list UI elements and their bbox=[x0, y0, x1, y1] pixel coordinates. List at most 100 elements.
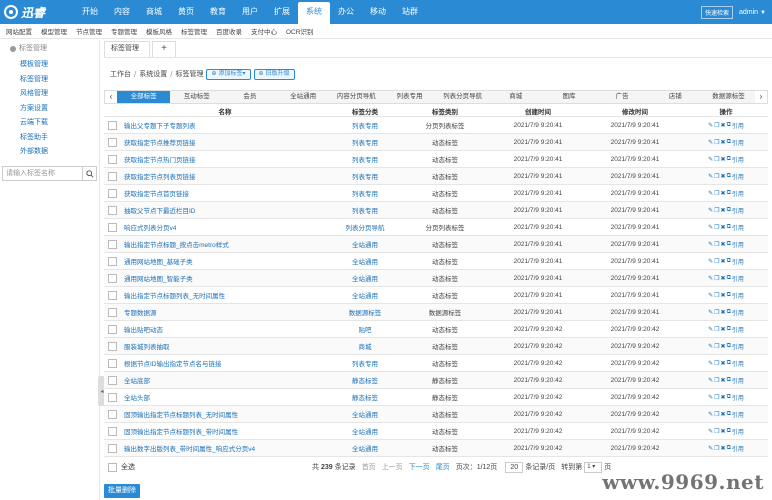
tag-class[interactable]: 全站通用 bbox=[330, 252, 400, 270]
delete-icon[interactable]: ✖ bbox=[721, 190, 726, 197]
tab-tag-management[interactable]: 标签管理 bbox=[104, 41, 150, 57]
code-icon[interactable]: ⧉ bbox=[727, 292, 731, 299]
sidebar-search-input[interactable]: 请输入标签名称 bbox=[3, 167, 82, 180]
sidebar-search-button[interactable] bbox=[82, 167, 96, 180]
tag-class[interactable]: 全站通用 bbox=[330, 422, 400, 440]
delete-icon[interactable]: ✖ bbox=[721, 445, 726, 452]
edit-icon[interactable]: ✎ bbox=[708, 275, 713, 282]
copy-icon[interactable]: ❐ bbox=[714, 411, 719, 418]
tag-class[interactable]: 列表分页导航 bbox=[330, 218, 400, 236]
category-prev-button[interactable]: ‹ bbox=[105, 91, 117, 103]
tag-name[interactable]: 通用网站地图_基础子类 bbox=[120, 252, 330, 270]
copy-icon[interactable]: ❐ bbox=[714, 326, 719, 333]
edit-icon[interactable]: ✎ bbox=[708, 326, 713, 333]
tag-class[interactable]: 列表专用 bbox=[330, 201, 400, 219]
tag-class[interactable]: 列表专用 bbox=[330, 354, 400, 372]
sidebar-item[interactable]: 标签管理 bbox=[0, 73, 99, 88]
row-checkbox[interactable] bbox=[107, 409, 117, 419]
edit-icon[interactable]: ✎ bbox=[708, 156, 713, 163]
top-nav-item[interactable]: 用户 bbox=[234, 0, 266, 24]
copy-icon[interactable]: ❐ bbox=[714, 224, 719, 231]
edit-icon[interactable]: ✎ bbox=[708, 190, 713, 197]
tag-name[interactable]: 获取指定节点推荐页链接 bbox=[120, 133, 330, 151]
code-icon[interactable]: ⧉ bbox=[727, 241, 731, 248]
edit-icon[interactable]: ✎ bbox=[708, 411, 713, 418]
reference-link[interactable]: 引用 bbox=[732, 444, 744, 453]
sidebar-item[interactable]: 方案设置 bbox=[0, 102, 99, 117]
copy-icon[interactable]: ❐ bbox=[714, 428, 719, 435]
top-nav-item[interactable]: 内容 bbox=[106, 0, 138, 24]
edit-icon[interactable]: ✎ bbox=[708, 258, 713, 265]
tag-name[interactable]: 获取指定节点首页链接 bbox=[120, 184, 330, 202]
copy-icon[interactable]: ❐ bbox=[714, 139, 719, 146]
tag-name[interactable]: 输出数字出版列表_带时间属性_响应式分页v4 bbox=[120, 439, 330, 457]
code-icon[interactable]: ⧉ bbox=[727, 190, 731, 197]
code-icon[interactable]: ⧉ bbox=[727, 122, 731, 129]
row-checkbox[interactable] bbox=[107, 273, 117, 283]
row-checkbox[interactable] bbox=[107, 256, 117, 266]
top-nav-item[interactable]: 扩展 bbox=[266, 0, 298, 24]
top-nav-item[interactable]: 站群 bbox=[394, 0, 426, 24]
copy-icon[interactable]: ❐ bbox=[714, 377, 719, 384]
category-tab[interactable]: 店铺 bbox=[649, 91, 702, 103]
edit-icon[interactable]: ✎ bbox=[708, 394, 713, 401]
delete-icon[interactable]: ✖ bbox=[721, 224, 726, 231]
delete-icon[interactable]: ✖ bbox=[721, 275, 726, 282]
row-checkbox[interactable] bbox=[107, 137, 117, 147]
row-checkbox[interactable] bbox=[107, 290, 117, 300]
quick-search-button[interactable]: 快速检索 bbox=[700, 5, 733, 19]
row-checkbox[interactable] bbox=[107, 324, 117, 334]
edit-icon[interactable]: ✎ bbox=[708, 224, 713, 231]
delete-icon[interactable]: ✖ bbox=[721, 139, 726, 146]
category-tab[interactable]: 商城 bbox=[489, 91, 542, 103]
copy-icon[interactable]: ❐ bbox=[714, 275, 719, 282]
edit-icon[interactable]: ✎ bbox=[708, 428, 713, 435]
reference-link[interactable]: 引用 bbox=[732, 189, 744, 198]
reference-link[interactable]: 引用 bbox=[732, 359, 744, 368]
tag-class[interactable]: 列表专用 bbox=[330, 184, 400, 202]
delete-icon[interactable]: ✖ bbox=[721, 156, 726, 163]
row-checkbox[interactable] bbox=[107, 188, 117, 198]
row-checkbox[interactable] bbox=[107, 239, 117, 249]
reference-link[interactable]: 引用 bbox=[732, 138, 744, 147]
delete-icon[interactable]: ✖ bbox=[721, 394, 726, 401]
copy-icon[interactable]: ❐ bbox=[714, 207, 719, 214]
top-nav-item[interactable]: 教育 bbox=[202, 0, 234, 24]
delete-icon[interactable]: ✖ bbox=[721, 411, 726, 418]
copy-icon[interactable]: ❐ bbox=[714, 122, 719, 129]
reference-link[interactable]: 引用 bbox=[732, 342, 744, 351]
tag-name[interactable]: 全站底部 bbox=[120, 371, 330, 389]
sub-nav-item[interactable]: 百度收录 bbox=[216, 26, 242, 36]
edit-icon[interactable]: ✎ bbox=[708, 377, 713, 384]
tag-name[interactable]: 响应式列表分页v4 bbox=[120, 218, 330, 236]
tag-class[interactable]: 列表专用 bbox=[330, 116, 400, 134]
last-page-link[interactable]: 尾页 bbox=[436, 462, 450, 472]
delete-icon[interactable]: ✖ bbox=[721, 258, 726, 265]
delete-icon[interactable]: ✖ bbox=[721, 377, 726, 384]
sidebar-item[interactable]: 标签助手 bbox=[0, 131, 99, 146]
edit-icon[interactable]: ✎ bbox=[708, 173, 713, 180]
sub-nav-item[interactable]: 标签管理 bbox=[181, 26, 207, 36]
delete-icon[interactable]: ✖ bbox=[721, 309, 726, 316]
goto-page-select[interactable]: 1 ▾ bbox=[584, 461, 603, 473]
row-checkbox[interactable] bbox=[107, 222, 117, 232]
top-nav-item[interactable]: 黄页 bbox=[170, 0, 202, 24]
next-page-link[interactable]: 下一页 bbox=[409, 462, 430, 472]
tag-name[interactable]: 固顶输出指定节点标题列表_带时间属性 bbox=[120, 422, 330, 440]
tag-class[interactable]: 静态标签 bbox=[330, 371, 400, 389]
first-page-link[interactable]: 首页 bbox=[362, 462, 376, 472]
reference-link[interactable]: 引用 bbox=[732, 410, 744, 419]
tag-name[interactable]: 输出指定节点标题列表_无时间属性 bbox=[120, 286, 330, 304]
category-tab[interactable]: 会员 bbox=[223, 91, 276, 103]
category-tab[interactable]: 全站通用 bbox=[277, 91, 330, 103]
tag-class[interactable]: 列表专用 bbox=[330, 133, 400, 151]
breadcrumb-item[interactable]: 系统设置 bbox=[139, 69, 167, 79]
copy-icon[interactable]: ❐ bbox=[714, 394, 719, 401]
row-checkbox[interactable] bbox=[107, 171, 117, 181]
sidebar-title[interactable]: 标签管理 bbox=[0, 40, 99, 58]
row-checkbox[interactable] bbox=[107, 443, 117, 453]
tag-class[interactable]: 全站通用 bbox=[330, 439, 400, 457]
add-tab-button[interactable]: + bbox=[152, 41, 176, 57]
reference-link[interactable]: 引用 bbox=[732, 376, 744, 385]
code-icon[interactable]: ⧉ bbox=[727, 224, 731, 231]
